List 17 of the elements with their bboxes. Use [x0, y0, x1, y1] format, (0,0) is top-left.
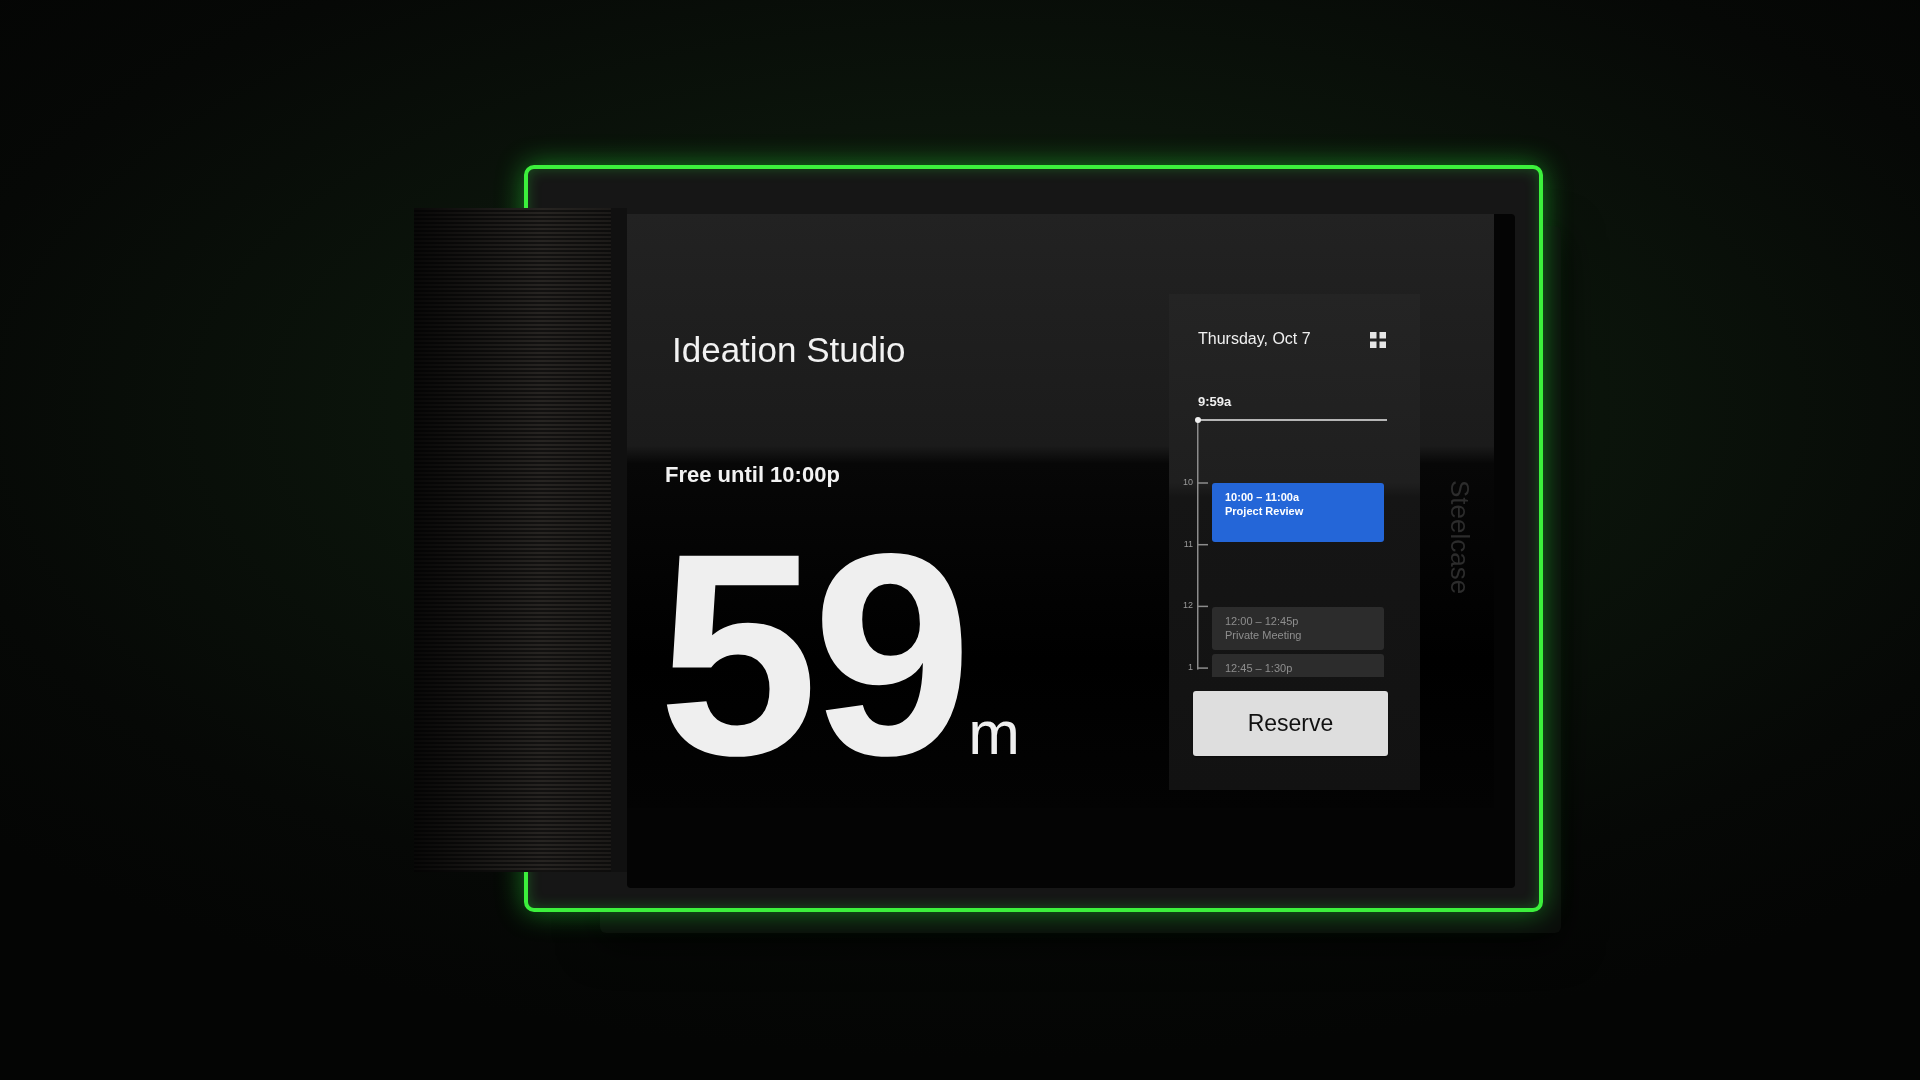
hour-label: 12 [1182, 600, 1193, 611]
countdown-value: 59 [658, 510, 967, 798]
room-name: Ideation Studio [672, 332, 906, 367]
hour-label: 10 [1182, 477, 1193, 487]
availability-status: Free until 10:00p [665, 464, 840, 486]
grid-icon[interactable] [1370, 332, 1386, 348]
event-time: 12:45 – 1:30p [1225, 661, 1293, 675]
event-title: Project Review [1225, 504, 1304, 518]
event-time: 10:00 – 11:00a [1225, 490, 1299, 504]
hour-label: 11 [1182, 538, 1193, 549]
reserve-button[interactable]: Reserve [1193, 691, 1388, 756]
hour-label: 1 [1187, 662, 1193, 673]
event-title: Private Meeting [1225, 628, 1302, 642]
event-time: 12:00 – 12:45p [1225, 614, 1299, 628]
calendar-date: Thursday, Oct 7 [1198, 331, 1311, 347]
current-time: 9:59a [1198, 395, 1232, 408]
countdown-unit: m [968, 702, 1020, 764]
